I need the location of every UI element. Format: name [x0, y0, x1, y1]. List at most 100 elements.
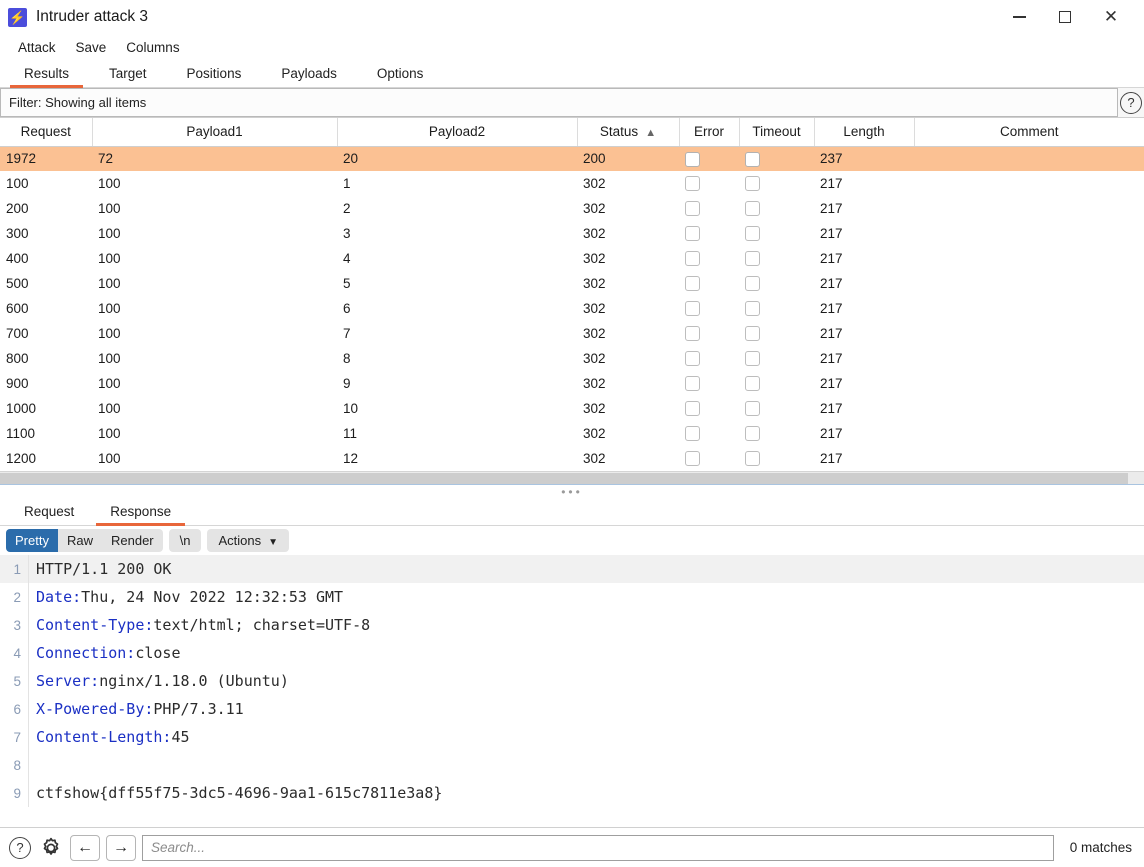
column-header-payload2[interactable]: Payload2 [337, 118, 578, 147]
cell-error-checkbox[interactable] [679, 146, 739, 171]
tab-options[interactable]: Options [357, 63, 444, 87]
menu-item-save[interactable]: Save [66, 38, 117, 57]
cell-timeout-checkbox[interactable] [739, 196, 814, 221]
search-previous-button[interactable]: ← [70, 834, 100, 861]
tab-target[interactable]: Target [89, 63, 167, 87]
settings-button[interactable] [38, 835, 64, 861]
checkbox-icon[interactable] [745, 226, 760, 242]
checkbox-icon[interactable] [745, 251, 760, 267]
checkbox-icon[interactable] [685, 401, 700, 417]
cell-timeout-checkbox[interactable] [739, 321, 814, 346]
checkbox-icon[interactable] [685, 226, 700, 242]
menu-item-columns[interactable]: Columns [116, 38, 189, 57]
table-row[interactable]: 1200 100 12 302 217 [0, 446, 1144, 471]
cell-error-checkbox[interactable] [679, 446, 739, 471]
checkbox-icon[interactable] [745, 201, 760, 217]
maximize-button[interactable] [1042, 0, 1088, 34]
table-row[interactable]: 500 100 5 302 217 [0, 271, 1144, 296]
cell-timeout-checkbox[interactable] [739, 421, 814, 446]
menu-item-attack[interactable]: Attack [8, 38, 66, 57]
cell-timeout-checkbox[interactable] [739, 246, 814, 271]
checkbox-icon[interactable] [685, 251, 700, 267]
cell-timeout-checkbox[interactable] [739, 396, 814, 421]
cell-timeout-checkbox[interactable] [739, 371, 814, 396]
table-row[interactable]: 600 100 6 302 217 [0, 296, 1144, 321]
checkbox-icon[interactable] [745, 276, 760, 292]
table-row[interactable]: 700 100 7 302 217 [0, 321, 1144, 346]
checkbox-icon[interactable] [745, 151, 760, 167]
view-mode-raw[interactable]: Raw [57, 529, 102, 552]
cell-timeout-checkbox[interactable] [739, 296, 814, 321]
cell-error-checkbox[interactable] [679, 396, 739, 421]
checkbox-icon[interactable] [745, 401, 760, 417]
tab-payloads[interactable]: Payloads [261, 63, 357, 87]
checkbox-icon[interactable] [745, 376, 760, 392]
column-header-error[interactable]: Error [679, 118, 740, 147]
cell-timeout-checkbox[interactable] [739, 171, 814, 196]
table-row[interactable]: 100 100 1 302 217 [0, 171, 1144, 196]
checkbox-icon[interactable] [685, 326, 700, 342]
table-row[interactable]: 1100 100 11 302 217 [0, 421, 1144, 446]
table-row[interactable]: 1972 72 20 200 237 [0, 146, 1144, 171]
checkbox-icon[interactable] [685, 376, 700, 392]
checkbox-icon[interactable] [745, 451, 760, 467]
cell-error-checkbox[interactable] [679, 296, 739, 321]
cell-error-checkbox[interactable] [679, 371, 739, 396]
cell-timeout-checkbox[interactable] [739, 446, 814, 471]
checkbox-icon[interactable] [745, 301, 760, 317]
checkbox-icon[interactable] [685, 451, 700, 467]
panel-splitter[interactable]: ••• [0, 484, 1144, 498]
table-row[interactable]: 200 100 2 302 217 [0, 196, 1144, 221]
checkbox-icon[interactable] [685, 426, 700, 442]
minimize-button[interactable] [996, 0, 1042, 34]
close-button[interactable]: ✕ [1088, 0, 1134, 34]
column-header-length[interactable]: Length [814, 118, 915, 147]
tab-request[interactable]: Request [6, 501, 92, 525]
filter-input[interactable]: Filter: Showing all items [0, 88, 1118, 117]
cell-error-checkbox[interactable] [679, 221, 739, 246]
cell-timeout-checkbox[interactable] [739, 146, 814, 171]
cell-error-checkbox[interactable] [679, 196, 739, 221]
cell-timeout-checkbox[interactable] [739, 271, 814, 296]
tab-response[interactable]: Response [92, 501, 189, 526]
filter-help-button[interactable]: ? [1118, 88, 1144, 118]
scrollbar-thumb[interactable] [0, 473, 1128, 484]
checkbox-icon[interactable] [685, 151, 700, 167]
checkbox-icon[interactable] [745, 176, 760, 192]
help-button[interactable]: ? [6, 835, 32, 861]
table-row[interactable]: 900 100 9 302 217 [0, 371, 1144, 396]
checkbox-icon[interactable] [685, 201, 700, 217]
column-header-comment[interactable]: Comment [914, 118, 1144, 147]
checkbox-icon[interactable] [685, 301, 700, 317]
table-row[interactable]: 800 100 8 302 217 [0, 346, 1144, 371]
tab-results[interactable]: Results [4, 63, 89, 88]
cell-error-checkbox[interactable] [679, 246, 739, 271]
table-row[interactable]: 300 100 3 302 217 [0, 221, 1144, 246]
checkbox-icon[interactable] [685, 176, 700, 192]
column-header-request[interactable]: Request [0, 118, 93, 147]
checkbox-icon[interactable] [745, 426, 760, 442]
checkbox-icon[interactable] [685, 351, 700, 367]
cell-timeout-checkbox[interactable] [739, 221, 814, 246]
checkbox-icon[interactable] [745, 326, 760, 342]
view-mode-render[interactable]: Render [101, 529, 163, 552]
checkbox-icon[interactable] [745, 351, 760, 367]
newline-toggle-button[interactable]: \n [168, 529, 202, 552]
column-header-payload1[interactable]: Payload1 [92, 118, 338, 147]
actions-button[interactable]: Actions ▼ [207, 529, 290, 552]
search-input[interactable]: Search... [142, 834, 1054, 861]
results-horizontal-scrollbar[interactable] [0, 471, 1144, 484]
search-next-button[interactable]: → [106, 834, 136, 861]
table-row[interactable]: 400 100 4 302 217 [0, 246, 1144, 271]
column-header-status[interactable]: Status ▲ [577, 118, 680, 147]
table-row[interactable]: 1000 100 10 302 217 [0, 396, 1144, 421]
cell-error-checkbox[interactable] [679, 171, 739, 196]
view-mode-pretty[interactable]: Pretty [6, 529, 58, 552]
checkbox-icon[interactable] [685, 276, 700, 292]
cell-error-checkbox[interactable] [679, 421, 739, 446]
response-body-viewer[interactable]: 1 HTTP/1.1 200 OK 2 Date: Thu, 24 Nov 2022 … [0, 555, 1144, 813]
cell-timeout-checkbox[interactable] [739, 346, 814, 371]
cell-error-checkbox[interactable] [679, 321, 739, 346]
cell-error-checkbox[interactable] [679, 271, 739, 296]
column-header-timeout[interactable]: Timeout [739, 118, 815, 147]
